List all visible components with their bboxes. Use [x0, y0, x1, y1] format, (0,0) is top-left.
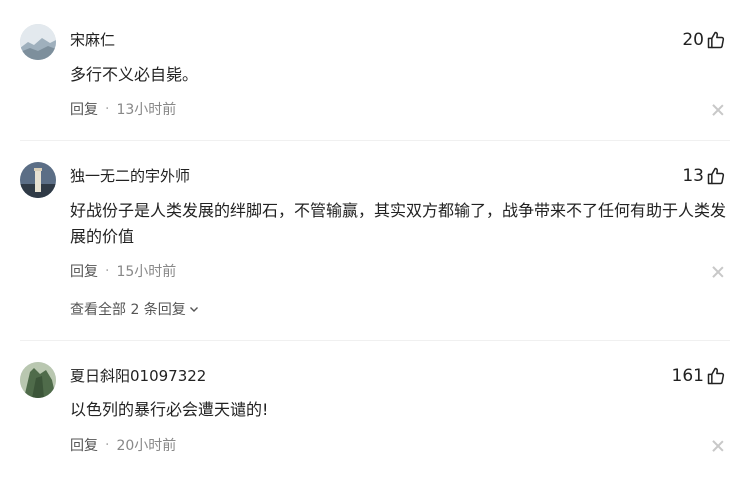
divider — [20, 340, 730, 341]
thumbs-up-icon — [707, 31, 725, 49]
like-count: 161 — [671, 366, 704, 386]
author-name-text: 宋麻仁 — [70, 31, 116, 49]
separator-dot: · — [105, 437, 110, 453]
reply-button[interactable]: 回复 — [70, 99, 98, 119]
reply-button[interactable]: 回复 — [70, 435, 98, 455]
author-name[interactable]: 独一无二的宇外师 — [70, 166, 190, 186]
view-all-replies-label: 查看全部 2 条回复 — [70, 302, 186, 318]
like-button[interactable]: 20 — [682, 29, 726, 51]
like-count: 13 — [682, 166, 704, 186]
close-icon[interactable] — [712, 440, 724, 452]
author-name-text: 夏日斜阳01097322 — [70, 367, 207, 385]
view-all-replies-button[interactable]: 查看全部 2 条回复 — [70, 299, 199, 319]
comment-meta: 回复 · 20小时前 — [70, 435, 176, 455]
author-name[interactable]: 夏日斜阳01097322 — [70, 366, 206, 386]
author-name[interactable]: 宋麻仁 — [70, 30, 115, 50]
thumbs-up-icon — [707, 367, 725, 385]
comment-text: 多行不义必自毙。 — [70, 65, 199, 84]
timestamp: 15小时前 — [116, 264, 177, 280]
comment-meta: 回复 · 13小时前 — [70, 99, 176, 119]
like-count: 20 — [682, 30, 704, 50]
comment-text: 好战份子是人类发展的绊脚石，不管输赢，其实双方都输了，战争带来不了任何有助于人类… — [70, 201, 727, 246]
avatar[interactable] — [20, 24, 56, 60]
avatar[interactable] — [20, 162, 56, 198]
separator-dot: · — [105, 263, 110, 279]
close-icon[interactable] — [712, 104, 724, 116]
like-button[interactable]: 13 — [682, 165, 726, 187]
close-icon[interactable] — [712, 266, 724, 278]
separator-dot: · — [105, 101, 110, 117]
thumbs-up-icon — [707, 167, 725, 185]
reply-button[interactable]: 回复 — [70, 261, 98, 281]
comment-text: 以色列的暴行必会遭天谴的! — [70, 400, 269, 419]
like-button[interactable]: 161 — [672, 365, 726, 387]
divider — [20, 140, 730, 141]
author-name-text: 独一无二的宇外师 — [70, 167, 191, 185]
chevron-down-icon — [189, 307, 198, 312]
timestamp: 20小时前 — [116, 438, 177, 454]
comment-meta: 回复 · 15小时前 — [70, 261, 176, 281]
avatar[interactable] — [20, 362, 56, 398]
timestamp: 13小时前 — [116, 102, 177, 118]
